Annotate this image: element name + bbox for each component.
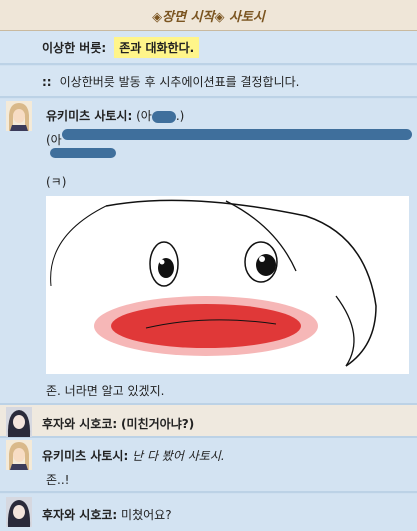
drawn-face-image xyxy=(46,196,409,374)
choice-label: 이상한 버릇: xyxy=(42,40,107,55)
message-header: 후자와 시호코: (미친거아냐?) xyxy=(42,415,194,432)
notice-row: :: 이상한버릇 발동 후 시추에이션표를 결정합니다. xyxy=(0,66,417,98)
message-shihoko-2: 후자와 시호코: 미쳤어요? xyxy=(0,494,417,531)
scene-title: ◈장면 시작◈ 사토시 xyxy=(152,9,265,25)
avatar-satoshi xyxy=(6,440,32,470)
avatar-shihoko xyxy=(6,407,32,437)
message-text: (아.) xyxy=(136,109,185,123)
message-satoshi-1: 유키미츠 사토시: (아.) (아 (ㅋ) 존. 너라면 알고 있겠지. xyxy=(0,99,417,405)
message-header: 유키미츠 사토시: 난 다 봤어 사토시. xyxy=(42,447,225,464)
notice-prefix: :: xyxy=(42,74,52,89)
censored-line: (아 xyxy=(46,133,62,147)
laugh-line: (ㅋ) xyxy=(46,175,67,189)
notice-text: 이상한버릇 발동 후 시추에이션표를 결정합니다. xyxy=(59,74,300,89)
choice-row: 이상한 버릇: 존과 대화한다. xyxy=(0,31,417,65)
message-text: (미친거아냐?) xyxy=(121,417,195,431)
censor-scribble xyxy=(50,148,116,158)
message-text: 미쳤어요? xyxy=(121,508,172,522)
message-satoshi-2: 유키미츠 사토시: 난 다 봤어 사토시. 존..! xyxy=(0,438,417,493)
message-header: 후자와 시호코: 미쳤어요? xyxy=(42,506,172,523)
avatar-shihoko xyxy=(6,497,32,527)
message-shihoko-1: 후자와 시호코: (미친거아냐?) xyxy=(0,405,417,438)
speaker-name: 유키미츠 사토시: xyxy=(42,449,129,463)
choice-highlight: 존과 대화한다. xyxy=(114,36,200,58)
censor-scribble xyxy=(62,129,412,140)
speaker-name: 후자와 시호코: xyxy=(42,417,118,431)
scene-header: ◈장면 시작◈ 사토시 xyxy=(0,0,417,31)
avatar-satoshi xyxy=(6,101,32,131)
message-text: 난 다 봤어 사토시. xyxy=(132,449,225,463)
image-caption: 존. 너라면 알고 있겠지. xyxy=(46,384,165,398)
message-line: 존..! xyxy=(46,473,70,487)
speaker-name: 유키미츠 사토시: xyxy=(46,109,133,123)
notice: :: 이상한버릇 발동 후 시추에이션표를 결정합니다. xyxy=(42,73,299,90)
message-header: 유키미츠 사토시: (아.) xyxy=(46,107,184,124)
speaker-name: 후자와 시호코: xyxy=(42,508,118,522)
